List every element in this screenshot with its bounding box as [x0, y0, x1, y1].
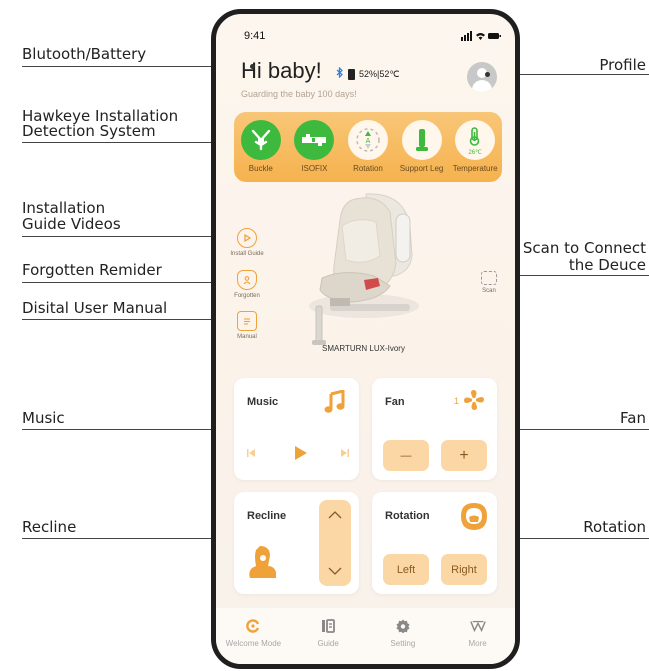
- callout-recline: Recline: [22, 518, 77, 536]
- callout-line: [22, 319, 232, 320]
- status-icons: [461, 31, 501, 44]
- profile-avatar[interactable]: [467, 62, 497, 92]
- bluetooth-battery-status[interactable]: 52%|52℃: [336, 66, 400, 81]
- hawkeye-label: Rotation: [353, 164, 383, 173]
- greeting-title: Hi baby!: [241, 58, 322, 83]
- status-time: 9:41: [244, 30, 266, 42]
- callout-profile: Profile: [599, 56, 646, 74]
- signal-wifi-battery-icon: [461, 31, 501, 41]
- callout-rotation: Rotation: [583, 518, 646, 536]
- callout-forgotten: Forgotten Remider: [22, 261, 162, 279]
- callout-line: [22, 282, 232, 283]
- callout-hawkeye-2: Detection System: [22, 122, 156, 140]
- fan-card: Fan 1 — +: [372, 378, 497, 480]
- callout-music: Music: [22, 409, 65, 427]
- thermometer-icon: 26℃: [455, 120, 496, 160]
- fan-decrease-button[interactable]: —: [383, 440, 429, 471]
- play-button[interactable]: [292, 445, 308, 461]
- hawkeye-label: Buckle: [248, 164, 273, 173]
- music-card: Music: [234, 378, 359, 480]
- rotate-left-button[interactable]: Left: [383, 554, 429, 585]
- install-guide-label: Install Guide: [230, 251, 264, 257]
- nav-item-welcome-mode[interactable]: Welcome Mode: [223, 618, 283, 648]
- nav-item-setting[interactable]: Setting: [373, 618, 433, 648]
- callout-fan: Fan: [620, 409, 646, 427]
- rotation-icon: A: [347, 120, 388, 160]
- hawkeye-item-support-leg[interactable]: Support Leg: [397, 120, 447, 173]
- hawkeye-item-temperature[interactable]: 26℃ Temperature: [450, 120, 500, 173]
- forgotten-reminder-button[interactable]: Forgotten: [222, 270, 272, 299]
- bluetooth-icon: [336, 66, 344, 81]
- svg-text:A: A: [366, 138, 371, 145]
- guide-icon: [320, 618, 336, 634]
- callout-dot: [485, 72, 490, 77]
- scan-button[interactable]: Scan: [464, 271, 514, 294]
- hawkeye-item-rotation[interactable]: A Rotation: [343, 120, 393, 173]
- bottom-nav: Welcome Mode Guide Setting More: [216, 608, 515, 664]
- fan-level: 1: [454, 396, 460, 406]
- callout-line: [22, 429, 240, 430]
- nav-label: Guide: [317, 639, 339, 648]
- callout-installation-2: Guide Videos: [22, 215, 121, 233]
- recline-down-button[interactable]: [328, 566, 342, 576]
- car-seat-image: [309, 193, 419, 345]
- callout-bluetooth-battery: Blutooth/Battery: [22, 45, 147, 63]
- battery-text: 52%|52℃: [359, 68, 400, 79]
- recline-stepper: [319, 500, 351, 586]
- product-name: SMARTURN LUX-Ivory: [322, 344, 405, 353]
- manual-button[interactable]: Manual: [222, 311, 272, 340]
- recline-title: Recline: [247, 510, 287, 522]
- hawkeye-detection-panel: Buckle ISOFIX A Rotation Support Leg 26℃…: [234, 112, 502, 182]
- annotated-screenshot: Blutooth/Battery Hawkeye Installation De…: [0, 0, 649, 671]
- play-icon: [237, 228, 257, 248]
- phone-frame: 9:41 Hi baby! 52%|52℃ Guarding the baby …: [211, 9, 520, 669]
- hawkeye-item-buckle[interactable]: Buckle: [236, 120, 286, 173]
- fan-title: Fan: [385, 396, 405, 408]
- recline-card: Recline: [234, 492, 359, 594]
- callout-manual: Disital User Manual: [22, 299, 168, 317]
- rotation-title: Rotation: [385, 510, 430, 522]
- hawkeye-label: Temperature: [452, 164, 498, 173]
- shield-child-icon: [237, 270, 257, 290]
- previous-track-icon[interactable]: [246, 448, 256, 458]
- callout-line: [22, 236, 232, 237]
- callout-line: [22, 538, 240, 539]
- nav-item-more[interactable]: More: [448, 618, 508, 648]
- callout-scan-1: Scan to Connect: [522, 239, 646, 257]
- forgotten-label: Forgotten: [234, 293, 260, 299]
- temperature-value: 26℃: [468, 149, 482, 156]
- greeting-subtitle: Guarding the baby 100 days!: [241, 89, 357, 99]
- isofix-icon: [294, 120, 335, 160]
- nav-label: More: [468, 639, 487, 648]
- music-title: Music: [247, 396, 279, 408]
- fan-increase-button[interactable]: +: [441, 440, 487, 471]
- manual-label: Manual: [237, 334, 257, 340]
- hawkeye-label: ISOFIX: [301, 164, 328, 173]
- hawkeye-label: Support Leg: [399, 164, 444, 173]
- scan-icon: [481, 271, 497, 285]
- nav-label: Welcome Mode: [225, 639, 282, 648]
- buckle-icon: [240, 120, 281, 160]
- recline-seat-icon: [249, 546, 276, 578]
- rotation-seat-icon: [461, 503, 487, 530]
- callout-scan-2: the Deuce: [568, 256, 646, 274]
- recline-up-button[interactable]: [328, 510, 342, 520]
- manual-icon: [237, 311, 257, 331]
- nav-label: Setting: [390, 639, 416, 648]
- hawkeye-item-isofix[interactable]: ISOFIX: [289, 120, 339, 173]
- install-guide-button[interactable]: Install Guide: [222, 228, 272, 257]
- music-note-icon: [324, 390, 345, 413]
- next-track-icon[interactable]: [340, 448, 350, 458]
- nav-item-guide[interactable]: Guide: [298, 618, 358, 648]
- rotation-card: Rotation Left Right: [372, 492, 497, 594]
- callout-dot: [250, 64, 255, 69]
- more-icon: [469, 618, 486, 634]
- welcome-mode-icon: [245, 618, 261, 634]
- scan-label: Scan: [482, 288, 496, 294]
- support-leg-icon: [401, 120, 442, 160]
- battery-icon: [348, 68, 355, 80]
- rotate-right-button[interactable]: Right: [441, 554, 487, 585]
- gear-icon: [395, 618, 411, 634]
- fan-icon: [464, 390, 484, 410]
